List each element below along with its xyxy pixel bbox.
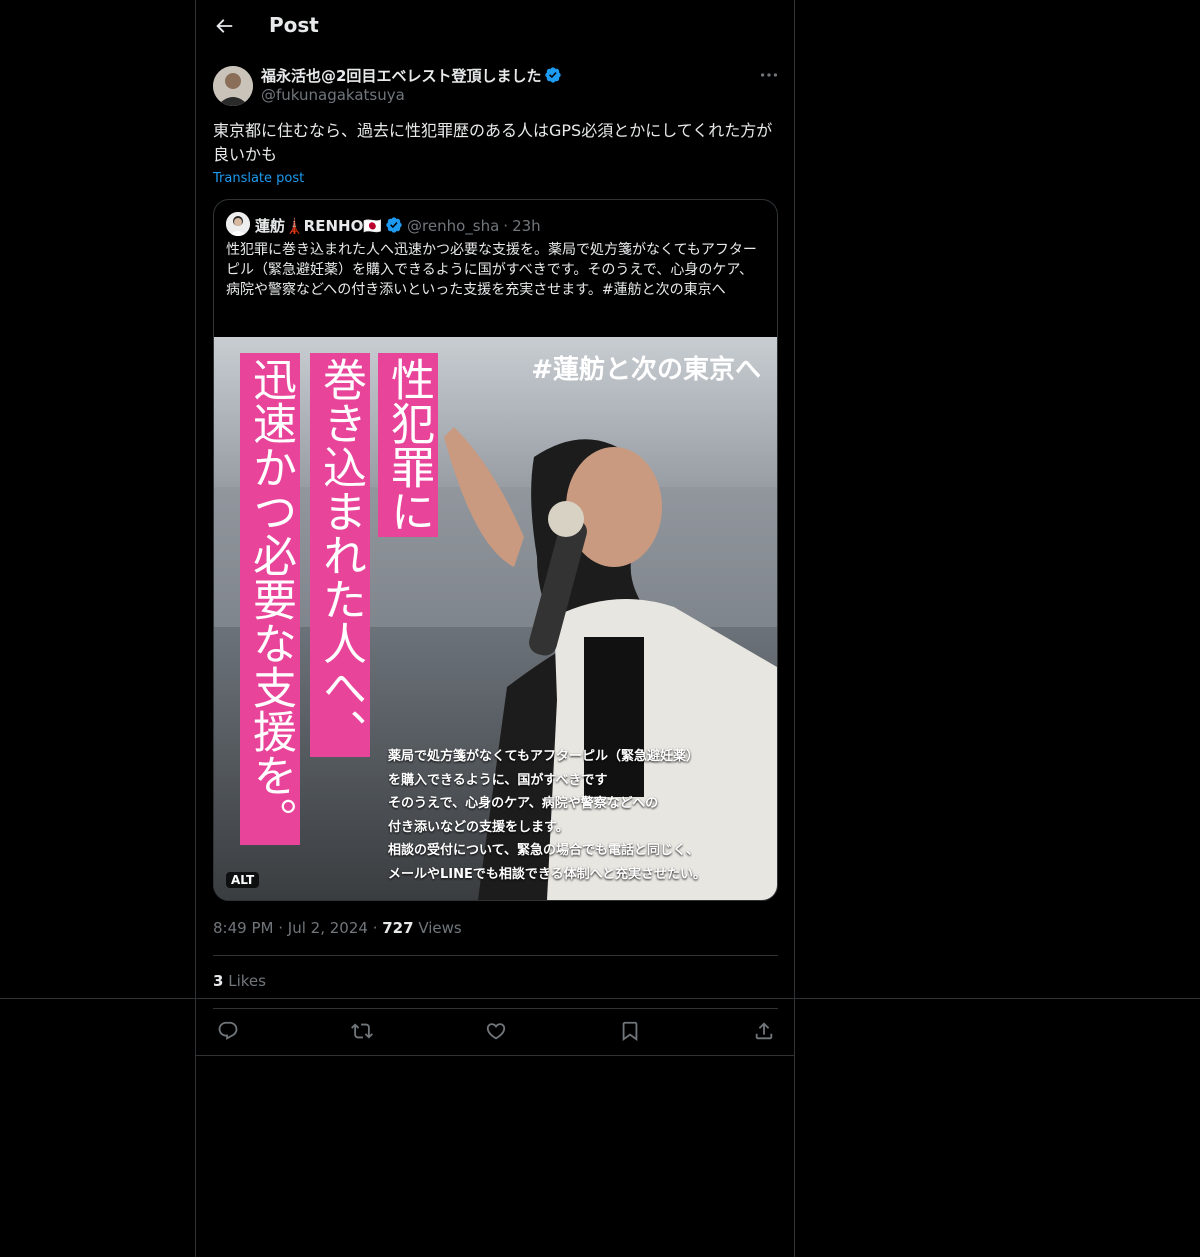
post-time[interactable]: 8:49 PM: [213, 919, 273, 937]
dot-separator: ·: [278, 919, 288, 937]
caption-line: メールやLINEでも相談できる体制へと充実させたい。: [388, 866, 706, 882]
quoted-image[interactable]: #蓮舫と次の東京へ 性犯罪に 巻き込まれた人へ、 迅速かつ必要な支援を。 薬局で…: [214, 337, 777, 900]
divider: [213, 955, 778, 956]
action-bar: [196, 1009, 794, 1055]
bookmark-icon[interactable]: [619, 1020, 641, 1042]
author-avatar[interactable]: [213, 66, 253, 106]
reply-icon[interactable]: [217, 1020, 239, 1042]
verified-badge-icon: [386, 217, 402, 233]
quoted-header: 蓮舫🗼RENHO🇯🇵 @renho_sha · 23h: [255, 215, 541, 236]
author-name-text[interactable]: 福永活也@2回目エベレスト登頂しました: [261, 67, 541, 85]
page-header: Post: [196, 0, 794, 54]
quoted-name: 蓮舫🗼RENHO🇯🇵: [255, 217, 383, 235]
caption-line: を購入できるように、国がすべきです: [388, 772, 608, 788]
overlay-divider: [0, 998, 1200, 999]
caption-line: 薬局で処方箋がなくてもアフターピル（緊急避妊薬）: [388, 749, 699, 764]
quoted-handle: @renho_sha: [407, 217, 500, 235]
repost-icon[interactable]: [351, 1020, 373, 1042]
image-vertical-text-2: 巻き込まれた人へ、: [310, 353, 370, 757]
likes-label: Likes: [228, 972, 266, 990]
author-handle[interactable]: @fukunagakatsuya: [261, 86, 405, 104]
more-icon[interactable]: [758, 64, 780, 86]
quoted-age: 23h: [512, 217, 541, 235]
translate-link[interactable]: Translate post: [213, 171, 304, 186]
post-text: 東京都に住むなら、過去に性犯罪歴のある人はGPS必須とかにしてくれた方が良いかも: [213, 121, 773, 164]
caption-line: そのうえで、心身のケア、病院や警察などへの: [388, 796, 659, 811]
quoted-text: 性犯罪に巻き込まれた人へ迅速かつ必要な支援を。薬局で処方箋がなくてもアフターピル…: [226, 242, 757, 298]
quoted-post[interactable]: 蓮舫🗼RENHO🇯🇵 @renho_sha · 23h 性犯罪に巻き込まれた人へ迅速か…: [213, 199, 778, 901]
likes-stat[interactable]: 3 Likes: [213, 972, 266, 990]
author-name[interactable]: 福永活也@2回目エベレスト登頂しました: [261, 65, 562, 86]
divider: [196, 1055, 794, 1056]
views-count: 727: [382, 919, 414, 937]
caption-line: 付き添いなどの支援をします。: [388, 819, 569, 835]
likes-count: 3: [213, 972, 224, 990]
share-icon[interactable]: [753, 1020, 775, 1042]
image-vertical-text-1: 性犯罪に: [378, 353, 438, 537]
page-title: Post: [269, 13, 319, 37]
alt-badge[interactable]: ALT: [226, 872, 260, 888]
post-meta: 8:49 PM · Jul 2, 2024 · 727 Views: [213, 919, 462, 937]
caption-line: 相談の受付について、緊急の場合でも電話と同じく、: [388, 843, 699, 858]
verified-badge-icon: [545, 67, 562, 83]
image-caption: 薬局で処方箋がなくてもアフターピル（緊急避妊薬） を購入できるように、国がすべき…: [388, 745, 768, 886]
main-column: Post 福永活也@2回目エベレスト登頂しました @fukunagakatsuy…: [195, 0, 795, 1257]
dot-separator: ·: [372, 919, 383, 937]
like-icon[interactable]: [485, 1020, 507, 1042]
views-label: Views: [418, 919, 462, 937]
image-vertical-text-3: 迅速かつ必要な支援を。: [240, 353, 300, 845]
dot-separator: ·: [503, 217, 509, 235]
back-arrow-icon[interactable]: [213, 15, 235, 37]
quoted-avatar: [226, 212, 250, 236]
post-date[interactable]: Jul 2, 2024: [288, 919, 368, 937]
image-hashtag: #蓮舫と次の東京へ: [531, 355, 761, 385]
